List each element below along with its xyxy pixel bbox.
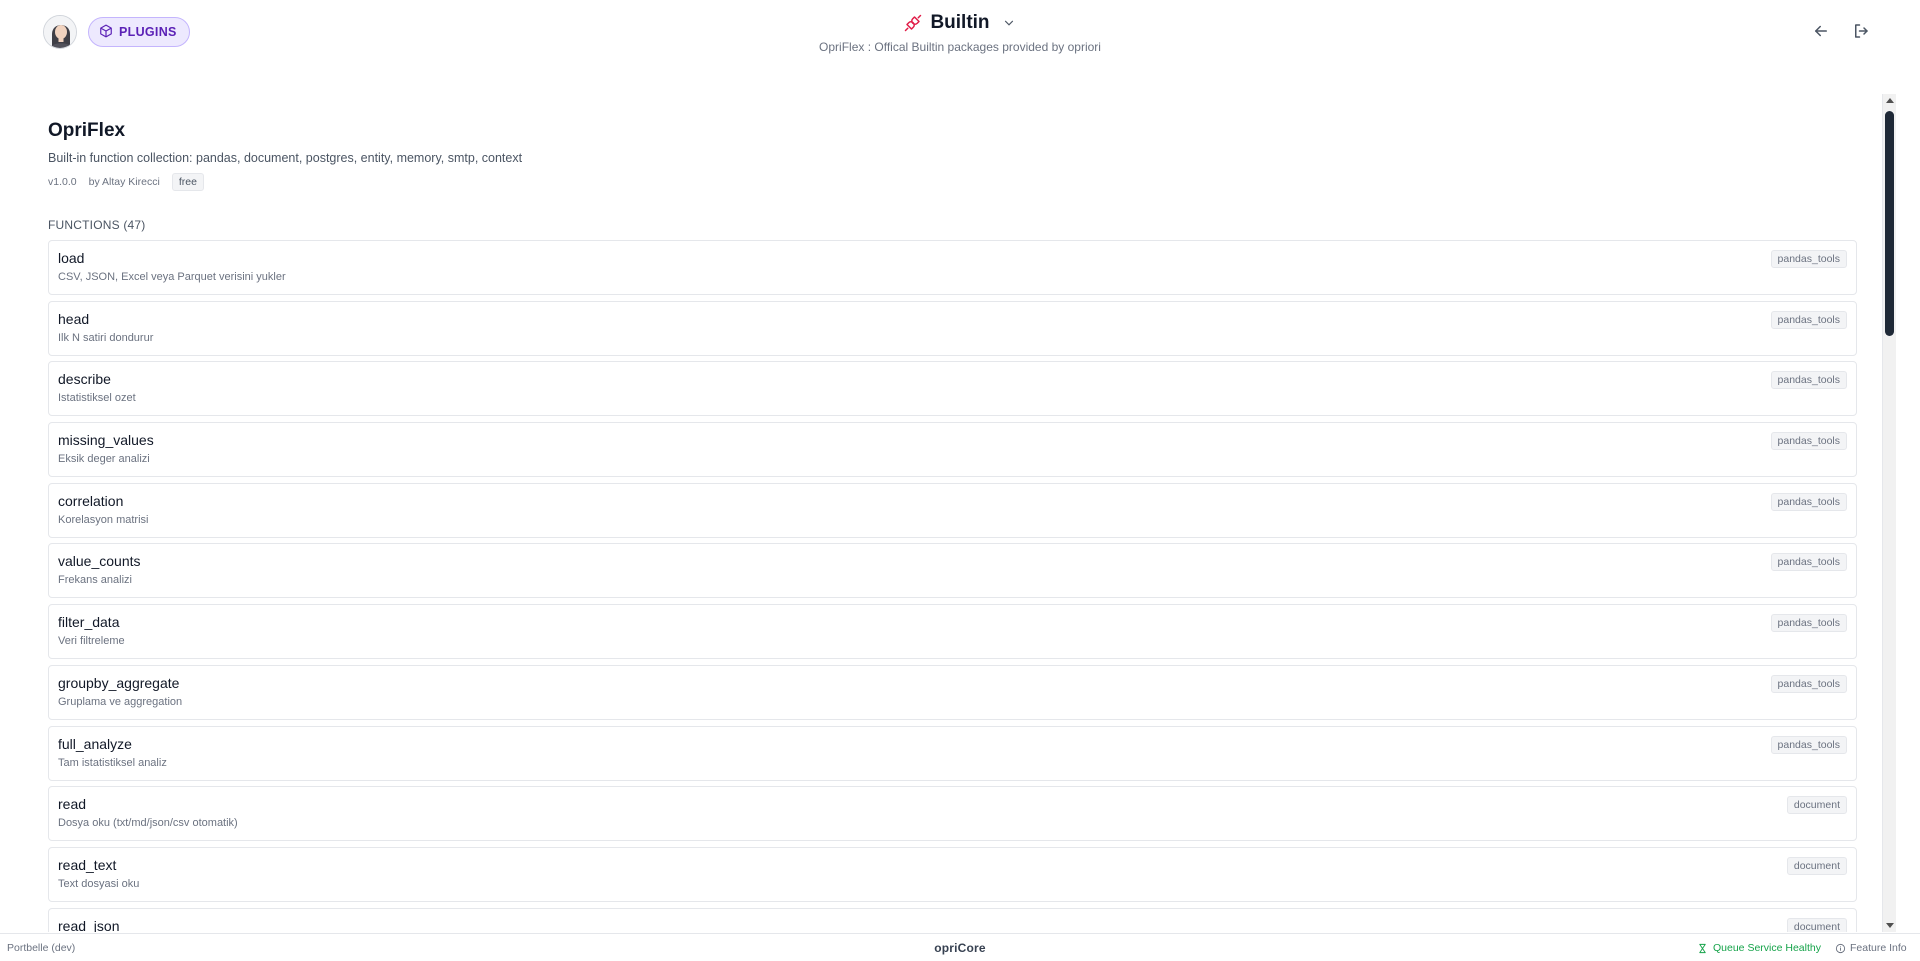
function-tag: pandas_tools — [1770, 432, 1847, 451]
function-name: filter_data — [58, 614, 120, 631]
plugins-button[interactable]: PLUGINS — [88, 17, 190, 47]
page-subtitle: OpriFlex : Offical Builtin packages prov… — [819, 40, 1101, 54]
function-name: value_counts — [58, 553, 141, 570]
function-tag: pandas_tools — [1770, 310, 1847, 329]
top-header: PLUGINS Builtin OpriFlex : Offical Built… — [0, 0, 1920, 64]
function-description: Gruplama ve aggregation — [58, 695, 183, 708]
function-name: full_analyze — [58, 735, 132, 752]
function-name: head — [58, 310, 90, 327]
function-name: load — [58, 250, 85, 266]
logout-icon[interactable] — [1852, 22, 1870, 40]
function-description: Ilk N satiri dondurur — [58, 331, 154, 344]
plugins-button-label: PLUGINS — [119, 25, 177, 39]
function-tag: pandas_tools — [1770, 371, 1847, 390]
scrollbar-thumb[interactable] — [1885, 111, 1894, 336]
scroll-down-arrow-icon[interactable] — [1886, 923, 1894, 928]
function-card[interactable]: filter_data Veri filtreleme pandas_tools — [48, 604, 1857, 660]
plugin-version: v1.0.0 — [48, 176, 77, 188]
plugin-selector[interactable]: Builtin — [660, 10, 1260, 36]
plugin-name: OpriFlex — [48, 120, 126, 141]
page-header-center: Builtin OpriFlex : Offical Builtin packa… — [660, 10, 1260, 54]
environment-label: Portbelle (dev) — [7, 942, 76, 954]
function-description: Veri filtreleme — [58, 635, 125, 648]
function-description: Eksik deger analizi — [58, 453, 150, 466]
function-card[interactable]: read_text Text dosyasi oku document — [48, 846, 1857, 902]
function-card[interactable]: describe Istatistiksel ozet pandas_tools — [48, 361, 1857, 417]
function-tag: document — [1786, 917, 1847, 932]
user-avatar[interactable] — [43, 15, 77, 49]
function-card[interactable]: load CSV, JSON, Excel veya Parquet veris… — [48, 240, 1857, 295]
function-tag: document — [1786, 796, 1847, 815]
plug-icon — [904, 14, 922, 32]
function-name: groupby_aggregate — [58, 674, 180, 691]
chevron-down-icon[interactable] — [998, 16, 1016, 30]
functions-section-title: FUNCTIONS (47) — [48, 218, 146, 232]
function-card[interactable]: full_analyze Tam istatistiksel analiz pa… — [48, 725, 1857, 781]
hourglass-icon — [1697, 943, 1708, 954]
function-name: describe — [58, 371, 111, 388]
function-description: Tam istatistiksel analiz — [58, 756, 167, 769]
function-list: load CSV, JSON, Excel veya Parquet veris… — [48, 240, 1857, 932]
function-tag: pandas_tools — [1770, 553, 1847, 572]
function-name: missing_values — [58, 432, 154, 449]
function-tag: document — [1786, 856, 1847, 875]
function-name: read_json — [58, 917, 120, 932]
function-card[interactable]: read Dosya oku (txt/md/json/csv otomatik… — [48, 786, 1857, 842]
feature-info-label: Feature Info — [1850, 942, 1907, 954]
function-name: read_text — [58, 856, 117, 873]
function-description: Frekans analizi — [58, 574, 132, 587]
function-card[interactable]: head Ilk N satiri dondurur pandas_tools — [48, 300, 1857, 356]
function-name: read — [58, 796, 87, 813]
page-title: Builtin — [930, 12, 990, 33]
plugin-meta: v1.0.0 by Altay Kirecci free — [48, 173, 204, 191]
function-description: Korelasyon matrisi — [58, 513, 149, 526]
content-scrollbar[interactable] — [1882, 94, 1896, 932]
info-icon — [1835, 943, 1846, 954]
function-description: Dosya oku (txt/md/json/csv otomatik) — [58, 817, 238, 830]
arrow-left-icon[interactable] — [1812, 22, 1830, 40]
function-card[interactable]: value_counts Frekans analizi pandas_tool… — [48, 543, 1857, 599]
queue-status[interactable]: Queue Service Healthy — [1697, 942, 1821, 954]
function-description: Istatistiksel ozet — [58, 392, 136, 405]
function-tag: pandas_tools — [1770, 735, 1847, 754]
function-card[interactable]: missing_values Eksik deger analizi panda… — [48, 422, 1857, 478]
plugin-author: by Altay Kirecci — [88, 176, 160, 188]
queue-status-label: Queue Service Healthy — [1713, 942, 1821, 954]
license-badge: free — [171, 173, 204, 191]
function-name: correlation — [58, 492, 124, 509]
function-tag: pandas_tools — [1770, 674, 1847, 693]
main-content: OpriFlex Built-in function collection: p… — [0, 94, 1880, 932]
avatar-image — [44, 16, 76, 48]
function-description: CSV, JSON, Excel veya Parquet verisini y… — [58, 271, 286, 283]
function-tag: pandas_tools — [1770, 614, 1847, 633]
function-card[interactable]: groupby_aggregate Gruplama ve aggregatio… — [48, 664, 1857, 720]
function-card[interactable]: read_json document — [48, 907, 1857, 932]
function-description: Text dosyasi oku — [58, 877, 140, 890]
function-card[interactable]: correlation Korelasyon matrisi pandas_to… — [48, 482, 1857, 538]
scroll-up-arrow-icon[interactable] — [1886, 98, 1894, 103]
package-icon — [99, 24, 113, 41]
plugin-description: Built-in function collection: pandas, do… — [48, 151, 523, 165]
function-tag: pandas_tools — [1770, 250, 1847, 268]
function-tag: pandas_tools — [1770, 492, 1847, 511]
feature-info-link[interactable]: Feature Info — [1835, 942, 1907, 954]
brand-logo: opriCore — [934, 941, 986, 955]
status-footer: Portbelle (dev) opriCore Queue Service H… — [0, 933, 1920, 961]
